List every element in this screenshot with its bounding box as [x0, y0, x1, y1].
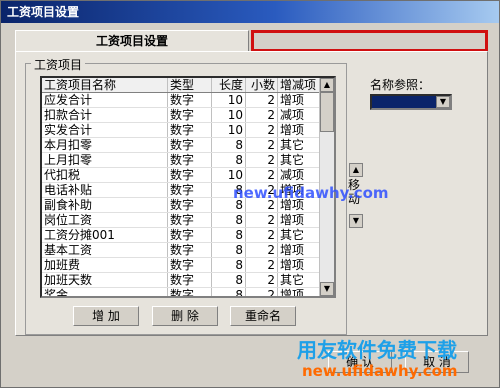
cell-decimal: 2 [245, 227, 278, 243]
cell-name: 工资分摊001 [42, 227, 168, 243]
cell-name: 上月扣零 [42, 152, 168, 168]
delete-button[interactable]: 删 除 [152, 306, 218, 326]
cell-name: 加班天数 [42, 272, 168, 288]
cell-type: 数字 [167, 227, 212, 243]
scroll-thumb[interactable] [320, 92, 334, 132]
name-reference-select[interactable]: ▼ [370, 94, 452, 110]
cell-type: 数字 [167, 212, 212, 228]
tab-salary-items[interactable]: 工资项目设置 [15, 30, 249, 52]
cell-name: 基本工资 [42, 242, 168, 258]
header-length[interactable]: 长度 [211, 78, 246, 93]
scroll-up-icon[interactable]: ▲ [320, 78, 334, 92]
table-row[interactable]: 岗位工资 数字 8 2 增项 [42, 212, 327, 228]
watermark-center: new.ufidawhy.com [233, 184, 389, 202]
cell-type: 数字 [167, 92, 212, 108]
move-down-icon[interactable]: ▼ [349, 214, 363, 228]
cell-length: 8 [211, 212, 246, 228]
header-type[interactable]: 类型 [167, 78, 212, 93]
cell-decimal: 2 [245, 242, 278, 258]
table-row[interactable]: 本月扣零 数字 8 2 其它 [42, 137, 327, 153]
cell-decimal: 2 [245, 272, 278, 288]
tab-highlighted-empty[interactable] [251, 30, 488, 52]
cell-type: 数字 [167, 272, 212, 288]
cell-length: 8 [211, 227, 246, 243]
cell-type: 数字 [167, 182, 212, 198]
cell-length: 8 [211, 257, 246, 273]
table-row[interactable]: 工资分摊001 数字 8 2 其它 [42, 227, 327, 243]
cell-length: 10 [211, 167, 246, 183]
window-title: 工资项目设置 [7, 5, 80, 19]
cell-decimal: 2 [245, 152, 278, 168]
table-row[interactable]: 应发合计 数字 10 2 增项 [42, 92, 327, 108]
table-row[interactable]: 代扣税 数字 10 2 减项 [42, 167, 327, 183]
title-bar: 工资项目设置 [1, 1, 499, 23]
table-row[interactable]: 扣款合计 数字 10 2 减项 [42, 107, 327, 123]
table-row[interactable]: 实发合计 数字 10 2 增项 [42, 122, 327, 138]
cell-name: 加班费 [42, 257, 168, 273]
cell-type: 数字 [167, 257, 212, 273]
table-row[interactable]: 基本工资 数字 8 2 增项 [42, 242, 327, 258]
watermark-brand: 用友软件免费下载 [297, 338, 457, 362]
rename-button[interactable]: 重命名 [230, 306, 296, 326]
cell-length: 10 [211, 92, 246, 108]
cell-type: 数字 [167, 287, 212, 296]
cell-decimal: 2 [245, 212, 278, 228]
cell-type: 数字 [167, 122, 212, 138]
table-row[interactable]: 上月扣零 数字 8 2 其它 [42, 152, 327, 168]
cell-type: 数字 [167, 152, 212, 168]
cell-decimal: 2 [245, 137, 278, 153]
cell-decimal: 2 [245, 167, 278, 183]
header-decimal[interactable]: 小数 [245, 78, 278, 93]
cell-name: 代扣税 [42, 167, 168, 183]
cell-decimal: 2 [245, 257, 278, 273]
cell-decimal: 2 [245, 92, 278, 108]
table-row[interactable]: 奖金 数字 8 2 增项 [42, 287, 327, 296]
scroll-down-icon[interactable]: ▼ [320, 282, 334, 296]
chevron-down-icon[interactable]: ▼ [436, 96, 450, 108]
cell-length: 8 [211, 287, 246, 296]
cell-decimal: 2 [245, 287, 278, 296]
group-title: 工资项目 [31, 56, 86, 73]
cell-name: 应发合计 [42, 92, 168, 108]
cell-length: 10 [211, 107, 246, 123]
move-up-icon[interactable]: ▲ [349, 163, 363, 177]
cell-name: 电话补贴 [42, 182, 168, 198]
cell-type: 数字 [167, 137, 212, 153]
table-header-row: 工资项目名称 类型 长度 小数 增减项 [42, 78, 327, 93]
cell-decimal: 2 [245, 122, 278, 138]
table-row[interactable]: 加班天数 数字 8 2 其它 [42, 272, 327, 288]
cell-type: 数字 [167, 197, 212, 213]
cell-name: 本月扣零 [42, 137, 168, 153]
header-name[interactable]: 工资项目名称 [42, 78, 168, 93]
cell-length: 8 [211, 152, 246, 168]
cell-length: 8 [211, 272, 246, 288]
cell-type: 数字 [167, 167, 212, 183]
cell-name: 岗位工资 [42, 212, 168, 228]
name-reference-label: 名称参照： [370, 78, 431, 92]
cell-name: 副食补助 [42, 197, 168, 213]
cell-name: 实发合计 [42, 122, 168, 138]
cell-decimal: 2 [245, 107, 278, 123]
cell-length: 10 [211, 122, 246, 138]
cell-length: 8 [211, 137, 246, 153]
dialog-window: 工资项目设置 工资项目设置 工资项目 工资项目名称 类型 长度 小数 增减项 应… [0, 0, 500, 388]
table-row[interactable]: 加班费 数字 8 2 增项 [42, 257, 327, 273]
cell-type: 数字 [167, 242, 212, 258]
cell-type: 数字 [167, 107, 212, 123]
watermark-site: new.ufidawhy.com [302, 362, 458, 380]
cell-name: 奖金 [42, 287, 168, 296]
cell-length: 8 [211, 242, 246, 258]
cell-name: 扣款合计 [42, 107, 168, 123]
add-button[interactable]: 增 加 [73, 306, 139, 326]
